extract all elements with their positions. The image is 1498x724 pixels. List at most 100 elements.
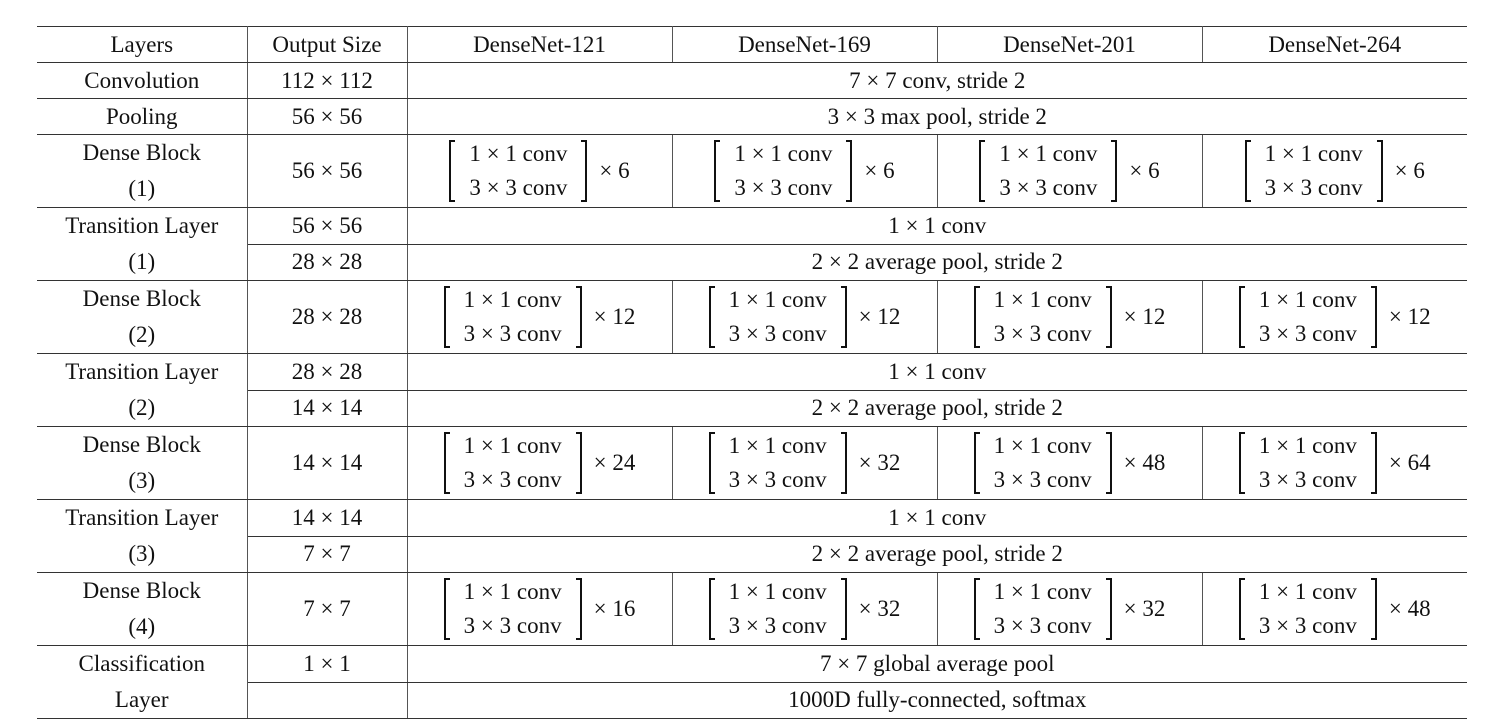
bracket-contents: 1 × 1 conv 3 × 3 conv [999,137,1097,205]
right-bracket-icon [840,578,847,640]
dense-block-formula: 1 × 1 conv 3 × 3 conv × 12 [938,282,1202,352]
dense-block-formula: 1 × 1 conv 3 × 3 conv × 12 [673,282,937,352]
right-bracket-icon [840,286,847,348]
block-spec-densenet-121: 1 × 1 conv 3 × 3 conv × 6 [406,134,673,208]
dense-block-formula: 1 × 1 conv 3 × 3 conv × 48 [1203,574,1468,644]
output-size: 56 × 56 [246,98,408,135]
repeat-multiplier: × 32 [858,596,901,621]
repeat-multiplier: × 12 [1388,304,1431,329]
block-spec-densenet-264: 1 × 1 conv 3 × 3 conv × 48 [1201,572,1468,646]
layer-spec: 3 × 3 max pool, stride 2 [406,98,1467,135]
layer-name-line2: (1) [128,176,156,201]
bracket-group: 1 × 1 conv 3 × 3 conv [443,575,582,643]
conv-1x1: 1 × 1 conv [734,141,833,166]
repeat-multiplier: × 6 [864,158,895,183]
layer-name: Dense Block (4) [37,572,248,646]
block-spec-densenet-264: 1 × 1 conv 3 × 3 conv × 6 [1201,134,1468,208]
conv-3x3: 3 × 3 conv [728,613,827,638]
dense-block-formula: 1 × 1 conv 3 × 3 conv × 16 [408,574,672,644]
layer-name-line2: (2) [128,322,156,347]
left-bracket-icon [973,578,980,640]
repeat-multiplier: × 6 [1394,158,1425,183]
block-spec-densenet-201: 1 × 1 conv 3 × 3 conv × 6 [936,134,1203,208]
row-convolution: Convolution 112 × 112 7 × 7 conv, stride… [37,62,1467,99]
bracket-contents: 1 × 1 conv 3 × 3 conv [729,283,827,351]
conv-1x1: 1 × 1 conv [993,287,1092,312]
layer-name-line1: Transition Layer [65,213,219,238]
row-classification-layer-a: Classification Layer 1 × 1 7 × 7 global … [37,645,1467,719]
dense-block-formula: 1 × 1 conv 3 × 3 conv × 6 [1203,136,1468,206]
layer-name: Transition Layer (1) [37,207,248,281]
bracket-contents: 1 × 1 conv 3 × 3 conv [729,429,827,497]
row-classification-layer-b: 1000D fully-connected, softmax [37,681,1467,719]
layer-name: Dense Block (2) [37,280,248,354]
dense-block-formula: 1 × 1 conv 3 × 3 conv × 6 [673,136,937,206]
left-bracket-icon [443,432,450,494]
conv-3x3: 3 × 3 conv [1258,467,1357,492]
layer-spec: 7 × 7 conv, stride 2 [406,62,1467,99]
bracket-group: 1 × 1 conv 3 × 3 conv [449,137,588,205]
block-spec-densenet-201: 1 × 1 conv 3 × 3 conv × 48 [936,426,1203,500]
block-spec-densenet-121: 1 × 1 conv 3 × 3 conv × 12 [406,280,673,354]
repeat-multiplier: × 32 [858,450,901,475]
left-bracket-icon [708,286,715,348]
bracket-contents: 1 × 1 conv 3 × 3 conv [1265,137,1363,205]
header-layers: Layers [37,26,248,63]
conv-3x3: 3 × 3 conv [993,613,1092,638]
left-bracket-icon [708,432,715,494]
row-dense-block-2: Dense Block (2) 28 × 28 1 × 1 conv 3 × 3 … [37,280,1468,354]
layer-name-line2: (3) [128,468,156,493]
conv-3x3: 3 × 3 conv [993,321,1092,346]
dense-block-formula: 1 × 1 conv 3 × 3 conv × 6 [408,136,672,206]
output-size: 14 × 14 [246,426,408,500]
conv-1x1: 1 × 1 conv [1258,433,1357,458]
layer-name-line1: Dense Block [82,140,201,165]
layer-name: Classification Layer [37,645,248,719]
dense-block-formula: 1 × 1 conv 3 × 3 conv × 32 [673,574,937,644]
layer-name-line2: (1) [128,249,156,274]
block-spec-densenet-201: 1 × 1 conv 3 × 3 conv × 32 [936,572,1203,646]
right-bracket-icon [1376,140,1383,202]
left-bracket-icon [1238,286,1245,348]
layer-spec: 1 × 1 conv [406,499,1467,537]
repeat-multiplier: × 64 [1388,450,1431,475]
right-bracket-icon [575,578,582,640]
layer-name-line2: (2) [128,395,156,420]
layer-name-line1: Dense Block [82,432,201,457]
repeat-multiplier: × 24 [593,450,636,475]
header-densenet-169: DenseNet-169 [671,26,938,63]
left-bracket-icon [1238,432,1245,494]
row-dense-block-4: Dense Block (4) 7 × 7 1 × 1 conv 3 × 3 co… [37,572,1468,646]
repeat-multiplier: × 48 [1388,596,1431,621]
dense-block-formula: 1 × 1 conv 3 × 3 conv × 12 [1203,282,1468,352]
layer-name-line1: Dense Block [82,578,201,603]
layer-name: Transition Layer (3) [37,499,248,573]
bracket-contents: 1 × 1 conv 3 × 3 conv [464,575,562,643]
conv-3x3: 3 × 3 conv [1258,321,1357,346]
conv-3x3: 3 × 3 conv [999,175,1098,200]
block-spec-densenet-169: 1 × 1 conv 3 × 3 conv × 32 [671,572,938,646]
dense-block-formula: 1 × 1 conv 3 × 3 conv × 32 [673,428,937,498]
block-spec-densenet-169: 1 × 1 conv 3 × 3 conv × 6 [671,134,938,208]
bracket-group: 1 × 1 conv 3 × 3 conv [973,575,1112,643]
layer-name: Convolution [37,62,248,99]
output-size: 56 × 56 [246,207,408,245]
left-bracket-icon [973,432,980,494]
conv-1x1: 1 × 1 conv [469,141,568,166]
right-bracket-icon [1105,578,1112,640]
block-spec-densenet-169: 1 × 1 conv 3 × 3 conv × 32 [671,426,938,500]
row-transition-layer-2a: Transition Layer (2) 28 × 28 1 × 1 conv [37,353,1467,427]
bracket-group: 1 × 1 conv 3 × 3 conv [1238,575,1377,643]
layer-name: Dense Block (1) [37,134,248,208]
output-size: 28 × 28 [246,353,408,391]
header-densenet-201: DenseNet-201 [936,26,1203,63]
header-output-size: Output Size [246,26,408,63]
bracket-group: 1 × 1 conv 3 × 3 conv [979,137,1118,205]
output-size: 112 × 112 [246,62,408,99]
conv-3x3: 3 × 3 conv [728,467,827,492]
bracket-contents: 1 × 1 conv 3 × 3 conv [734,137,832,205]
output-size: 28 × 28 [247,243,408,281]
right-bracket-icon [1111,140,1118,202]
bracket-group: 1 × 1 conv 3 × 3 conv [443,429,582,497]
layer-spec: 1 × 1 conv [406,353,1467,391]
